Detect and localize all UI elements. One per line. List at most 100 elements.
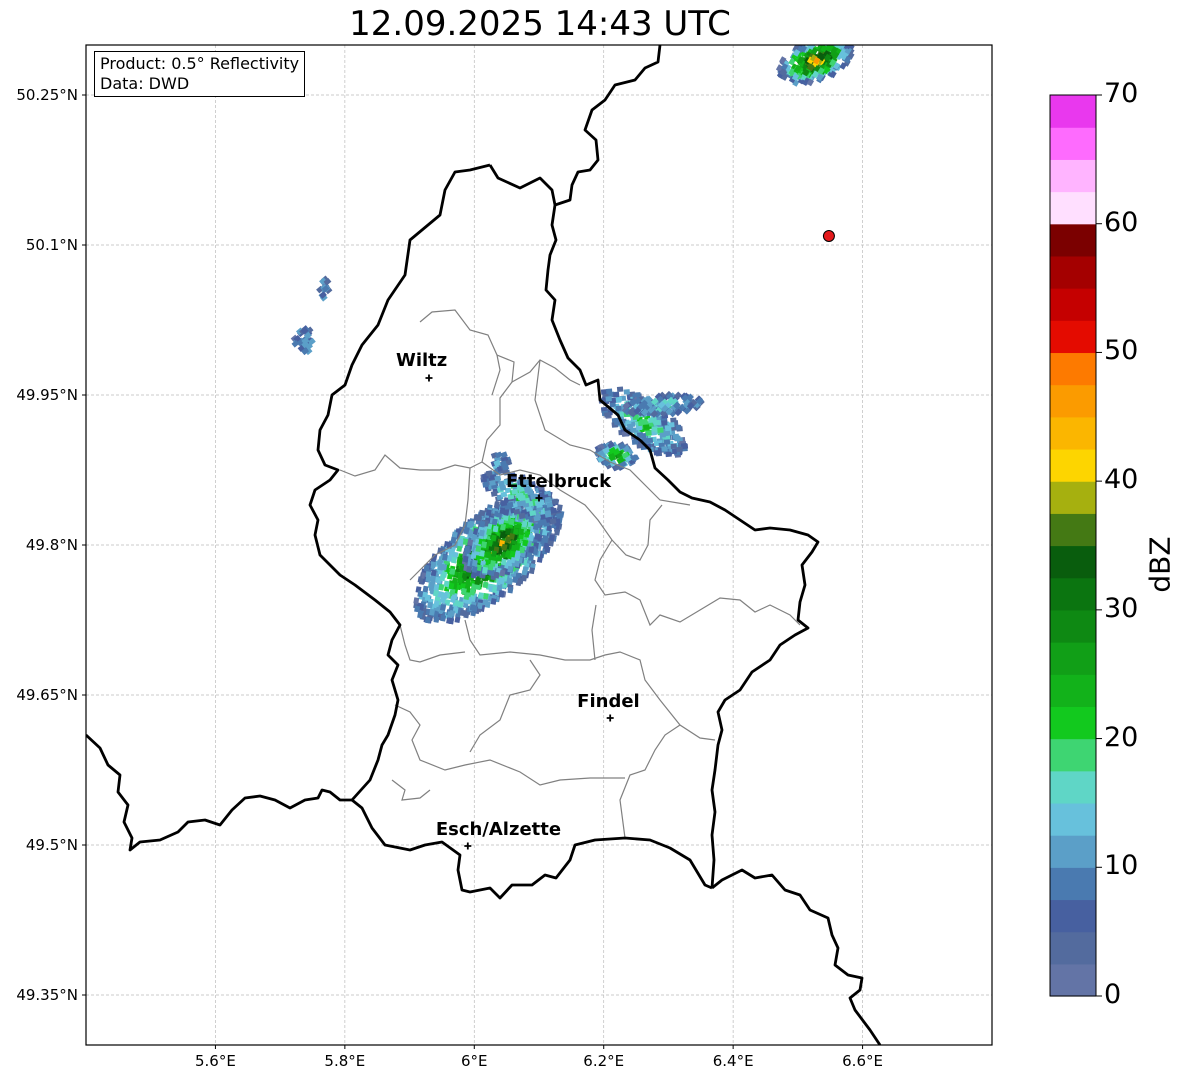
echo-cell xyxy=(490,490,498,497)
echo-cell xyxy=(631,439,639,445)
echo-cell xyxy=(674,435,681,442)
echo-cell xyxy=(556,512,563,519)
echo-cell xyxy=(554,528,561,536)
colorbar-segment xyxy=(1050,95,1096,128)
echo-cell xyxy=(433,616,440,623)
echo-cell xyxy=(491,550,497,558)
echo-cell xyxy=(533,515,541,522)
colorbar-segment xyxy=(1050,384,1096,418)
echo-cell xyxy=(482,481,490,488)
echo-cell xyxy=(521,520,528,528)
echo-cell xyxy=(826,35,833,43)
echo-cell xyxy=(549,534,555,542)
echo-cell xyxy=(438,583,445,591)
echo-cell xyxy=(457,539,464,547)
echo-cell xyxy=(478,529,485,537)
echo-cell xyxy=(518,528,525,536)
echo-cell xyxy=(831,36,838,44)
colorbar-segment xyxy=(1050,577,1096,611)
echo-cell xyxy=(536,556,543,563)
echo-cell xyxy=(509,550,516,558)
echo-cell xyxy=(475,514,482,522)
echo-cell xyxy=(499,531,506,539)
lat-tick-label: 49.95°N xyxy=(16,386,78,404)
echo-cell xyxy=(494,475,502,482)
echo-cell xyxy=(506,501,514,508)
colorbar xyxy=(1049,94,1102,997)
echo-cell xyxy=(507,586,514,594)
echo-cell xyxy=(462,555,469,563)
echo-cell xyxy=(513,560,520,568)
colorbar-tick-label: 20 xyxy=(1104,721,1139,753)
echo-cell xyxy=(433,583,440,591)
colorbar-tick-label: 30 xyxy=(1104,592,1139,624)
echo-cell xyxy=(470,551,477,559)
colorbar-segment xyxy=(1050,609,1096,643)
echo-cell xyxy=(659,432,666,438)
echo-cell xyxy=(475,545,482,553)
echo-cell xyxy=(500,500,508,507)
echo-cell xyxy=(528,546,535,554)
colorbar-segment xyxy=(1050,127,1096,160)
echo-cell xyxy=(424,616,431,624)
echo-cell xyxy=(534,533,541,540)
echo-cell xyxy=(645,430,652,437)
colorbar-tick-label: 60 xyxy=(1104,206,1139,238)
echo-cell xyxy=(663,439,671,445)
echo-cell xyxy=(490,534,497,542)
echo-cell xyxy=(507,565,514,573)
echo-cell xyxy=(500,523,506,531)
echo-cell xyxy=(514,552,521,560)
echo-cell xyxy=(641,419,649,425)
radar-site-marker[interactable] xyxy=(822,230,835,242)
colorbar-tick-label: 70 xyxy=(1104,78,1139,109)
echo-cell xyxy=(467,539,474,546)
lat-tick-label: 50.1°N xyxy=(25,236,78,254)
echo-cell xyxy=(484,551,491,559)
echo-cell xyxy=(661,446,668,452)
echo-cell xyxy=(482,581,489,589)
colorbar-tick-label: 0 xyxy=(1104,979,1122,1010)
echo-cell xyxy=(544,546,551,554)
lon-tick-label: 6°E xyxy=(461,1052,488,1070)
echo-cell xyxy=(479,520,486,528)
echo-cell xyxy=(521,574,528,582)
echo-cell xyxy=(456,576,463,584)
colorbar-segment xyxy=(1050,674,1096,707)
colorbar-segment xyxy=(1050,706,1096,740)
echo-cell xyxy=(490,598,497,605)
echo-cell xyxy=(605,396,612,402)
echo-cell xyxy=(517,492,524,499)
lat-tick-label: 49.35°N xyxy=(16,986,78,1004)
city-label-esch-alzette: Esch/Alzette xyxy=(435,819,562,840)
lat-tick-label: 49.65°N xyxy=(16,686,78,704)
echo-cell xyxy=(482,566,488,574)
colorbar-segment xyxy=(1050,255,1096,289)
echo-cell xyxy=(417,611,424,619)
lat-tick-label: 49.5°N xyxy=(25,836,78,854)
echo-cell xyxy=(665,451,672,458)
echo-cell xyxy=(457,601,464,608)
echo-cell xyxy=(819,37,826,45)
echo-cell xyxy=(471,605,478,613)
colorbar-segment xyxy=(1050,481,1096,514)
echo-cell xyxy=(626,423,634,430)
echo-cell xyxy=(448,582,455,590)
echo-cell xyxy=(653,419,661,426)
echo-cell xyxy=(519,546,526,554)
echo-cell xyxy=(623,389,631,395)
echo-cell xyxy=(481,541,488,549)
echo-cell xyxy=(532,523,539,531)
echo-cell xyxy=(551,498,559,505)
echo-cell xyxy=(606,388,613,394)
echo-cell xyxy=(817,36,824,44)
radar-map[interactable] xyxy=(0,0,1184,1081)
colorbar-segment xyxy=(1050,416,1096,450)
lon-tick-label: 6.2°E xyxy=(583,1052,625,1070)
echo-cell xyxy=(522,539,529,547)
echo-cell xyxy=(816,35,823,43)
echo-cell xyxy=(417,590,424,598)
echo-cell xyxy=(615,396,623,402)
colorbar-segment xyxy=(1050,770,1096,804)
echo-cell xyxy=(492,525,499,533)
